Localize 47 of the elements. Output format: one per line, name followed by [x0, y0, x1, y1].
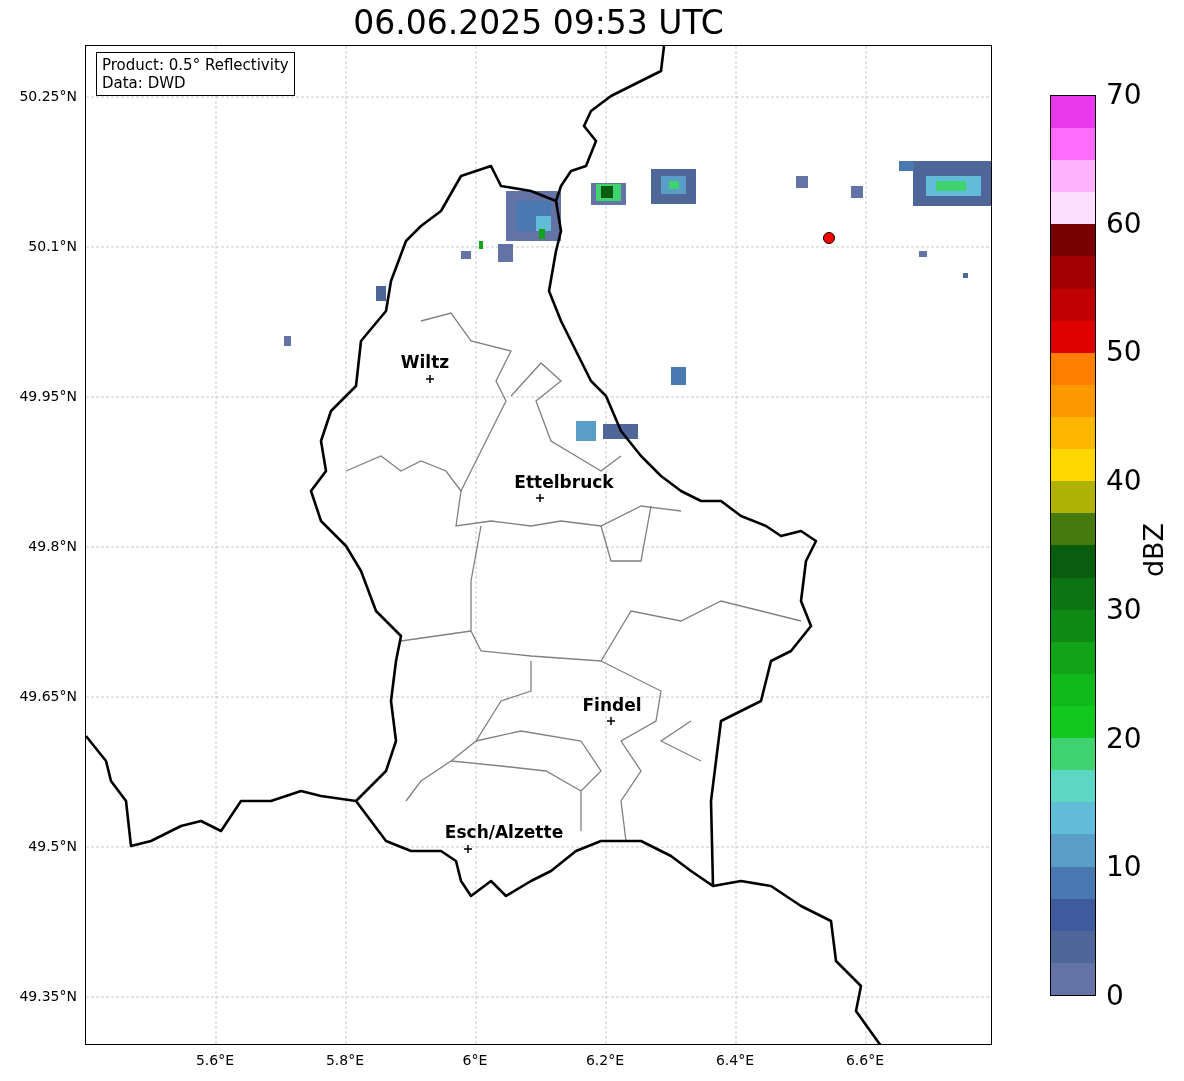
colorbar-tick-label: 0 — [1106, 982, 1124, 1010]
radar-echo — [284, 336, 291, 346]
longitude-label: 6.6°E — [845, 1052, 885, 1068]
radar-echo — [576, 421, 596, 441]
radar-echo — [591, 183, 626, 205]
colorbar-tick-label: 60 — [1106, 209, 1142, 238]
latitude-label: 50.25°N — [19, 88, 77, 104]
colorbar-tick-label: 40 — [1106, 467, 1142, 496]
city-label: Ettelbruck — [514, 472, 614, 492]
latitude-label: 49.95°N — [19, 388, 77, 404]
city-label: Esch/Alzette — [444, 822, 564, 842]
info-text: Product: 0.5° Reflectivity — [102, 56, 289, 74]
radar-echo — [796, 176, 808, 188]
latitude-label: 49.65°N — [19, 688, 77, 704]
longitude-label: 6°E — [462, 1052, 488, 1068]
city-marker-icon — [606, 716, 616, 726]
colorbar-tick-label: 50 — [1106, 338, 1142, 367]
latitude-label: 49.5°N — [28, 838, 77, 854]
longitude-label: 5.8°E — [325, 1052, 365, 1068]
radar-echo — [498, 244, 513, 262]
radar-echo — [376, 286, 386, 301]
radar-echo — [963, 273, 968, 278]
city-marker-icon — [535, 493, 545, 503]
latitude-label: 50.1°N — [28, 238, 77, 254]
radar-echo — [603, 424, 638, 439]
longitude-label: 6.4°E — [715, 1052, 755, 1068]
radar-echo — [651, 169, 696, 204]
city-marker-icon — [425, 374, 435, 384]
colorbar-tick-label: 20 — [1106, 724, 1142, 753]
city-label: Findel — [582, 695, 642, 715]
radar-echo — [671, 367, 686, 385]
colorbar-tick-label: 30 — [1106, 595, 1142, 624]
info-text: Data: DWD — [102, 74, 187, 92]
radar-echo — [919, 251, 927, 257]
longitude-label: 5.6°E — [195, 1052, 235, 1068]
longitude-label: 6.2°E — [585, 1052, 625, 1068]
radar-echo — [851, 186, 863, 198]
colorbar-tick-label: 10 — [1106, 853, 1142, 882]
latitude-label: 49.8°N — [28, 538, 77, 554]
city-label: Wiltz — [400, 352, 450, 372]
latitude-label: 49.35°N — [19, 988, 77, 1004]
radar-echo — [506, 191, 561, 241]
chart-title: 06.06.2025 09:53 UTC — [353, 3, 724, 42]
city-marker-icon — [463, 844, 473, 854]
radar-station-marker — [823, 232, 835, 244]
colorbar-tick-label: 70 — [1106, 81, 1142, 109]
colorbar-label: dBZ — [1137, 522, 1169, 578]
